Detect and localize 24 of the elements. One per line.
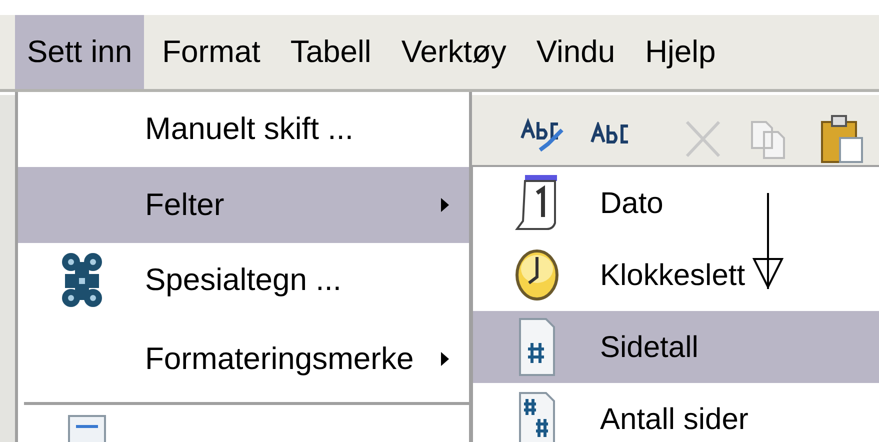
submenu-item[interactable]: Dato	[473, 167, 879, 239]
submenu-caret-icon	[441, 198, 449, 212]
submenu-item[interactable]: Sidetall	[473, 311, 879, 383]
menu-bar-item[interactable]: Hjelp	[633, 15, 728, 89]
menu-bar-item[interactable]: Tabell	[278, 15, 384, 89]
menu-item[interactable]: Manuelt skift ...	[18, 92, 469, 167]
cut-icon	[683, 120, 723, 158]
menu-bar-item[interactable]: Verktøy	[389, 15, 518, 89]
form-icon	[68, 415, 106, 442]
menu-bar-item[interactable]: Format	[150, 15, 272, 89]
calendar-icon	[514, 173, 558, 233]
clock-icon	[514, 249, 558, 301]
paste-icon	[820, 112, 864, 164]
special-characters-icon	[60, 252, 102, 310]
submenu-item[interactable]: Antall sider	[473, 383, 879, 442]
menu-bar-item[interactable]: Vindu	[524, 15, 628, 89]
submenu-caret-icon	[441, 352, 449, 366]
menu-item[interactable]: Spesialtegn ...	[18, 243, 469, 318]
menu-item[interactable]: Felter	[18, 167, 469, 243]
menu-bar-item[interactable]: Sett inn	[15, 15, 144, 89]
spellcheck-icon	[520, 118, 564, 154]
submenu-item[interactable]: Klokkeslett	[473, 239, 879, 311]
page-number-icon	[518, 317, 556, 377]
menu-item[interactable]: Formateringsmerke	[18, 318, 469, 400]
